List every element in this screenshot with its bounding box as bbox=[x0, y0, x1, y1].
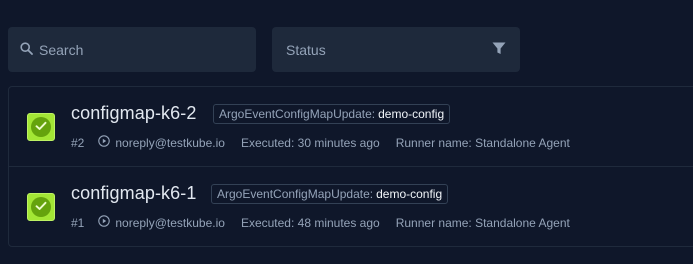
label-key: ArgoEventConfigMapUpdate: bbox=[219, 107, 376, 121]
execution-label: ArgoEventConfigMapUpdate: demo-config bbox=[211, 184, 449, 204]
label-value: demo-config bbox=[378, 107, 445, 121]
search-placeholder: Search bbox=[39, 41, 84, 58]
table-row[interactable]: configmap-k6-1 ArgoEventConfigMapUpdate:… bbox=[8, 166, 693, 247]
status-badge bbox=[27, 113, 55, 141]
execution-time: Executed: 30 minutes ago bbox=[240, 135, 380, 150]
runner-name: Runner name: Standalone Agent bbox=[395, 215, 570, 230]
status-select[interactable]: Status bbox=[272, 27, 520, 72]
execution-label: ArgoEventConfigMapUpdate: demo-config bbox=[213, 104, 451, 124]
check-icon bbox=[35, 198, 47, 216]
execution-time: Executed: 48 minutes ago bbox=[240, 215, 380, 230]
table-row[interactable]: configmap-k6-2 ArgoEventConfigMapUpdate:… bbox=[8, 86, 693, 167]
runner-name: Runner name: Standalone Agent bbox=[395, 135, 570, 150]
execution-author: noreply@testkube.io bbox=[115, 135, 225, 150]
execution-meta: #1 noreply@testkube.io Executed: 48 minu… bbox=[71, 215, 570, 230]
play-circle-icon bbox=[98, 135, 111, 150]
filter-bar: Search Status bbox=[8, 27, 520, 72]
execution-name[interactable]: configmap-k6-2 bbox=[71, 103, 196, 124]
execution-meta: #2 noreply@testkube.io Executed: 30 minu… bbox=[71, 135, 570, 150]
filter-icon bbox=[492, 42, 506, 58]
search-input[interactable]: Search bbox=[8, 27, 256, 72]
status-placeholder: Status bbox=[286, 41, 326, 58]
label-key: ArgoEventConfigMapUpdate: bbox=[217, 187, 374, 201]
label-value: demo-config bbox=[376, 187, 443, 201]
check-icon bbox=[35, 118, 47, 136]
execution-name[interactable]: configmap-k6-1 bbox=[71, 183, 196, 204]
play-circle-icon bbox=[98, 215, 111, 230]
execution-author: noreply@testkube.io bbox=[115, 215, 225, 230]
execution-number: #1 bbox=[71, 215, 85, 230]
status-badge bbox=[27, 193, 55, 221]
search-icon bbox=[20, 41, 33, 58]
execution-list: configmap-k6-2 ArgoEventConfigMapUpdate:… bbox=[8, 86, 693, 247]
execution-number: #2 bbox=[71, 135, 85, 150]
